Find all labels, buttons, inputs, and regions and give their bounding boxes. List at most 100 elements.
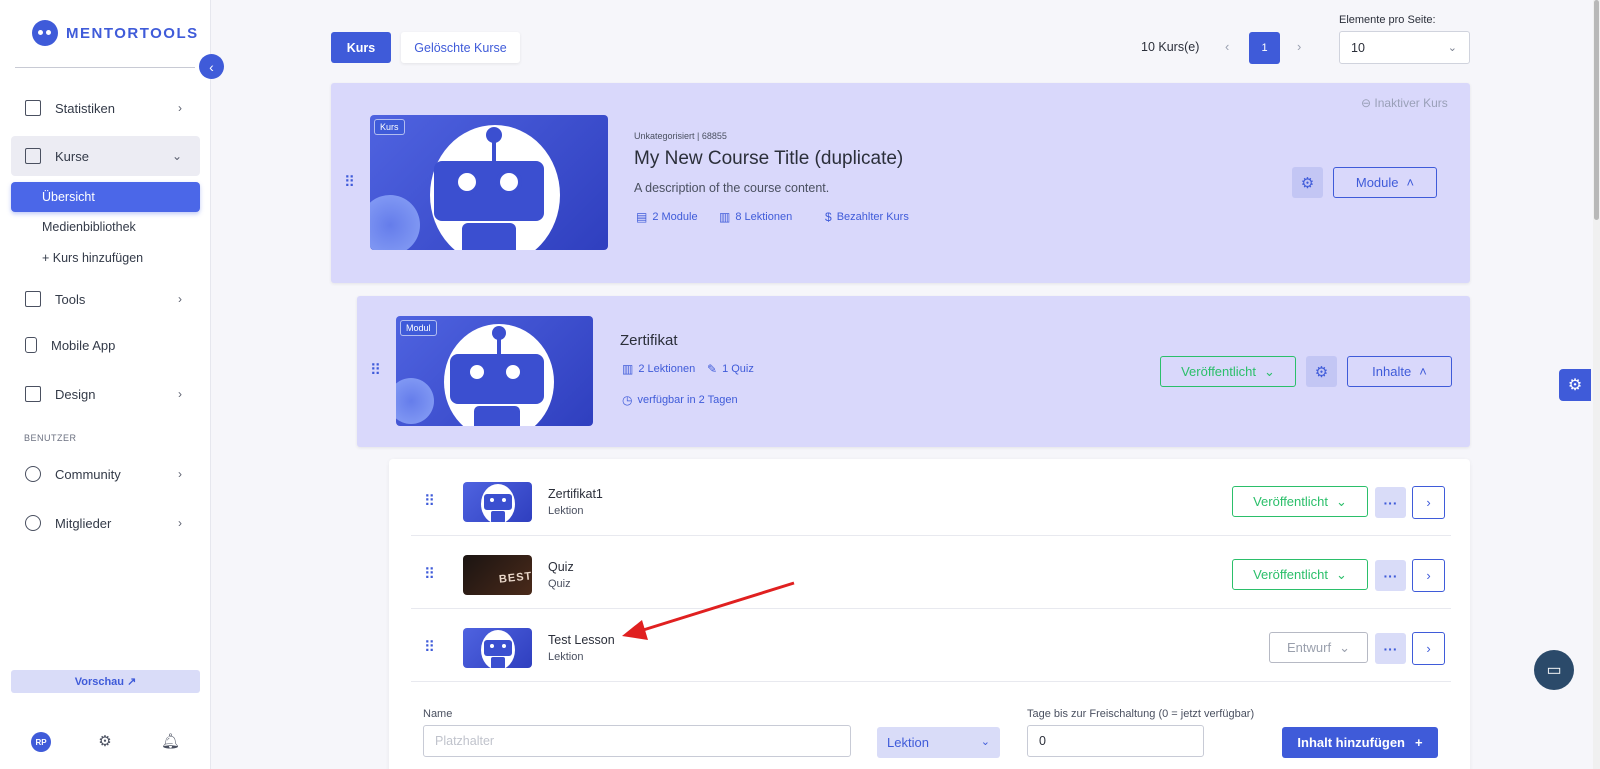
module-quiz-label: 1 Quiz <box>722 363 754 375</box>
modules-toggle-button[interactable]: Module ˄ <box>1333 167 1437 198</box>
chevron-right-icon: › <box>178 101 182 115</box>
robot-eye <box>466 361 488 383</box>
open-lesson-button[interactable]: › <box>1412 486 1445 519</box>
open-lesson-button[interactable]: › <box>1412 632 1445 665</box>
lesson-status-dropdown[interactable]: Entwurf ⌄ <box>1269 632 1368 663</box>
module-lessons-count: ▥ 2 Lektionen <box>622 362 695 376</box>
lesson-status-dropdown[interactable]: Veröffentlicht ⌄ <box>1232 559 1368 590</box>
course-modules-count: ▤ 2 Module <box>636 210 698 224</box>
lesson-title[interactable]: Zertifikat1 <box>548 487 603 501</box>
robot-eye <box>488 642 496 650</box>
robot-eye <box>500 642 508 650</box>
module-title[interactable]: Zertifikat <box>620 332 678 349</box>
gear-icon[interactable]: ⚙ <box>96 733 114 751</box>
chevron-right-icon: › <box>1426 568 1431 583</box>
floating-settings-button[interactable]: ⚙ <box>1559 369 1591 401</box>
tab-kurs[interactable]: Kurs <box>331 32 391 63</box>
course-thumbnail[interactable]: Kurs <box>370 115 608 250</box>
module-thumbnail[interactable]: Modul <box>396 316 593 426</box>
chat-button[interactable]: ▭ <box>1534 650 1574 690</box>
course-title[interactable]: My New Course Title (duplicate) <box>634 148 903 170</box>
sidebar-item-kurse[interactable]: Kurse ⌄ <box>11 136 200 176</box>
sidebar-subitem-kurs-hinzufuegen[interactable]: + Kurs hinzufügen <box>11 243 200 273</box>
scrollbar-thumb[interactable] <box>1594 0 1599 220</box>
name-input[interactable]: Platzhalter <box>423 725 851 757</box>
pencil-icon <box>25 386 41 402</box>
lesson-status-dropdown[interactable]: Veröffentlicht ⌄ <box>1232 486 1368 517</box>
preview-button[interactable]: Vorschau ↗ <box>11 670 200 693</box>
more-options-button[interactable]: ··· <box>1375 633 1406 664</box>
course-lessons-label: 8 Lektionen <box>735 211 793 223</box>
chevron-left-icon: ‹ <box>209 58 214 75</box>
lesson-title[interactable]: Test Lesson <box>548 633 615 647</box>
module-settings-button[interactable]: ⚙ <box>1306 356 1337 387</box>
minus-circle-icon: ⊖ <box>1361 96 1375 110</box>
sidebar-subitem-uebersicht[interactable]: Übersicht <box>11 182 200 212</box>
robot-head <box>434 161 544 221</box>
per-page-select[interactable]: 10 ⌄ <box>1339 31 1470 64</box>
sidebar-subitem-medienbibliothek[interactable]: Medienbibliothek <box>11 212 200 242</box>
per-page-label: Elemente pro Seite: <box>1339 14 1436 26</box>
lesson-thumbnail[interactable] <box>463 482 532 522</box>
add-content-button[interactable]: Inhalt hinzufügen + <box>1282 727 1438 758</box>
sidebar-item-mobile-app[interactable]: Mobile App <box>11 325 200 365</box>
robot-body <box>474 406 520 426</box>
drag-handle-icon[interactable]: ⠿ <box>424 640 435 655</box>
module-availability-label: verfügbar in 2 Tagen <box>637 394 738 406</box>
sidebar-item-label: Statistiken <box>55 100 115 116</box>
thumbnail-blob <box>396 378 434 424</box>
drag-handle-icon[interactable]: ⠿ <box>370 363 381 378</box>
sidebar-item-design[interactable]: Design › <box>11 374 200 414</box>
content-toggle-button[interactable]: Inhalte ˄ <box>1347 356 1452 387</box>
drag-handle-icon[interactable]: ⠿ <box>424 494 435 509</box>
module-quiz-count: ✎ 1 Quiz <box>707 362 754 376</box>
course-description: A description of the course content. <box>634 181 830 195</box>
sidebar-item-statistiken[interactable]: Statistiken › <box>11 88 200 128</box>
section-label-benutzer: BENUTZER <box>24 433 77 443</box>
drag-handle-icon[interactable]: ⠿ <box>424 567 435 582</box>
chevron-up-icon: ˄ <box>1419 364 1427 379</box>
chevron-right-icon: › <box>178 516 182 530</box>
next-page-icon[interactable]: › <box>1297 39 1301 54</box>
sidebar-item-tools[interactable]: Tools › <box>11 279 200 319</box>
lesson-thumbnail[interactable] <box>463 628 532 668</box>
lesson-status-label: Entwurf <box>1287 640 1332 655</box>
module-status-dropdown[interactable]: Veröffentlicht ⌄ <box>1160 356 1296 387</box>
robot-eye <box>500 496 508 504</box>
modules-button-label: Module <box>1355 175 1399 190</box>
course-paid-label: Bezahlter Kurs <box>836 211 909 223</box>
drag-handle-icon[interactable]: ⠿ <box>344 175 355 190</box>
days-input[interactable]: 0 <box>1027 725 1204 757</box>
chevron-down-icon: ⌄ <box>980 736 990 748</box>
chevron-down-icon: ⌄ <box>1264 363 1275 379</box>
robot-eye <box>454 169 480 195</box>
avatar[interactable]: RP <box>31 732 51 752</box>
robot-body <box>491 657 505 668</box>
sidebar-item-label: Kurse <box>55 148 89 164</box>
more-options-button[interactable]: ··· <box>1375 487 1406 518</box>
content-type-select[interactable]: Lektion ⌄ <box>877 727 1000 758</box>
bell-icon[interactable]: 🔔︎ <box>161 733 180 751</box>
sidebar-item-mitglieder[interactable]: Mitglieder › <box>11 503 200 543</box>
logo[interactable]: MENTORTOOLS <box>32 20 199 46</box>
sidebar-item-label: Design <box>55 386 96 402</box>
open-lesson-button[interactable]: › <box>1412 559 1445 592</box>
sidebar-item-community[interactable]: Community › <box>11 454 200 494</box>
page-button-current[interactable]: 1 <box>1249 32 1280 64</box>
lesson-title[interactable]: Quiz <box>548 560 574 574</box>
prev-page-icon[interactable]: ‹ <box>1225 39 1229 54</box>
quiz-thumbnail[interactable]: BEST <box>463 555 532 595</box>
plus-icon: + <box>1415 735 1423 750</box>
chevron-down-icon: ⌄ <box>1336 493 1347 509</box>
tab-deleted-courses[interactable]: Gelöschte Kurse <box>401 32 520 63</box>
per-page-value: 10 <box>1351 41 1365 55</box>
course-meta: Unkategorisiert | 68855 <box>634 131 727 141</box>
ellipsis-icon: ··· <box>1383 640 1398 657</box>
collapse-sidebar-button[interactable]: ‹ <box>199 54 224 79</box>
more-options-button[interactable]: ··· <box>1375 560 1406 591</box>
chevron-down-icon: ⌄ <box>171 149 182 163</box>
sidebar-item-label: Mitglieder <box>55 515 112 531</box>
dollar-icon: $ <box>825 210 832 224</box>
course-settings-button[interactable]: ⚙ <box>1292 167 1323 198</box>
inactive-course-toggle[interactable]: ⊖ Inaktiver Kurs <box>1361 96 1448 110</box>
